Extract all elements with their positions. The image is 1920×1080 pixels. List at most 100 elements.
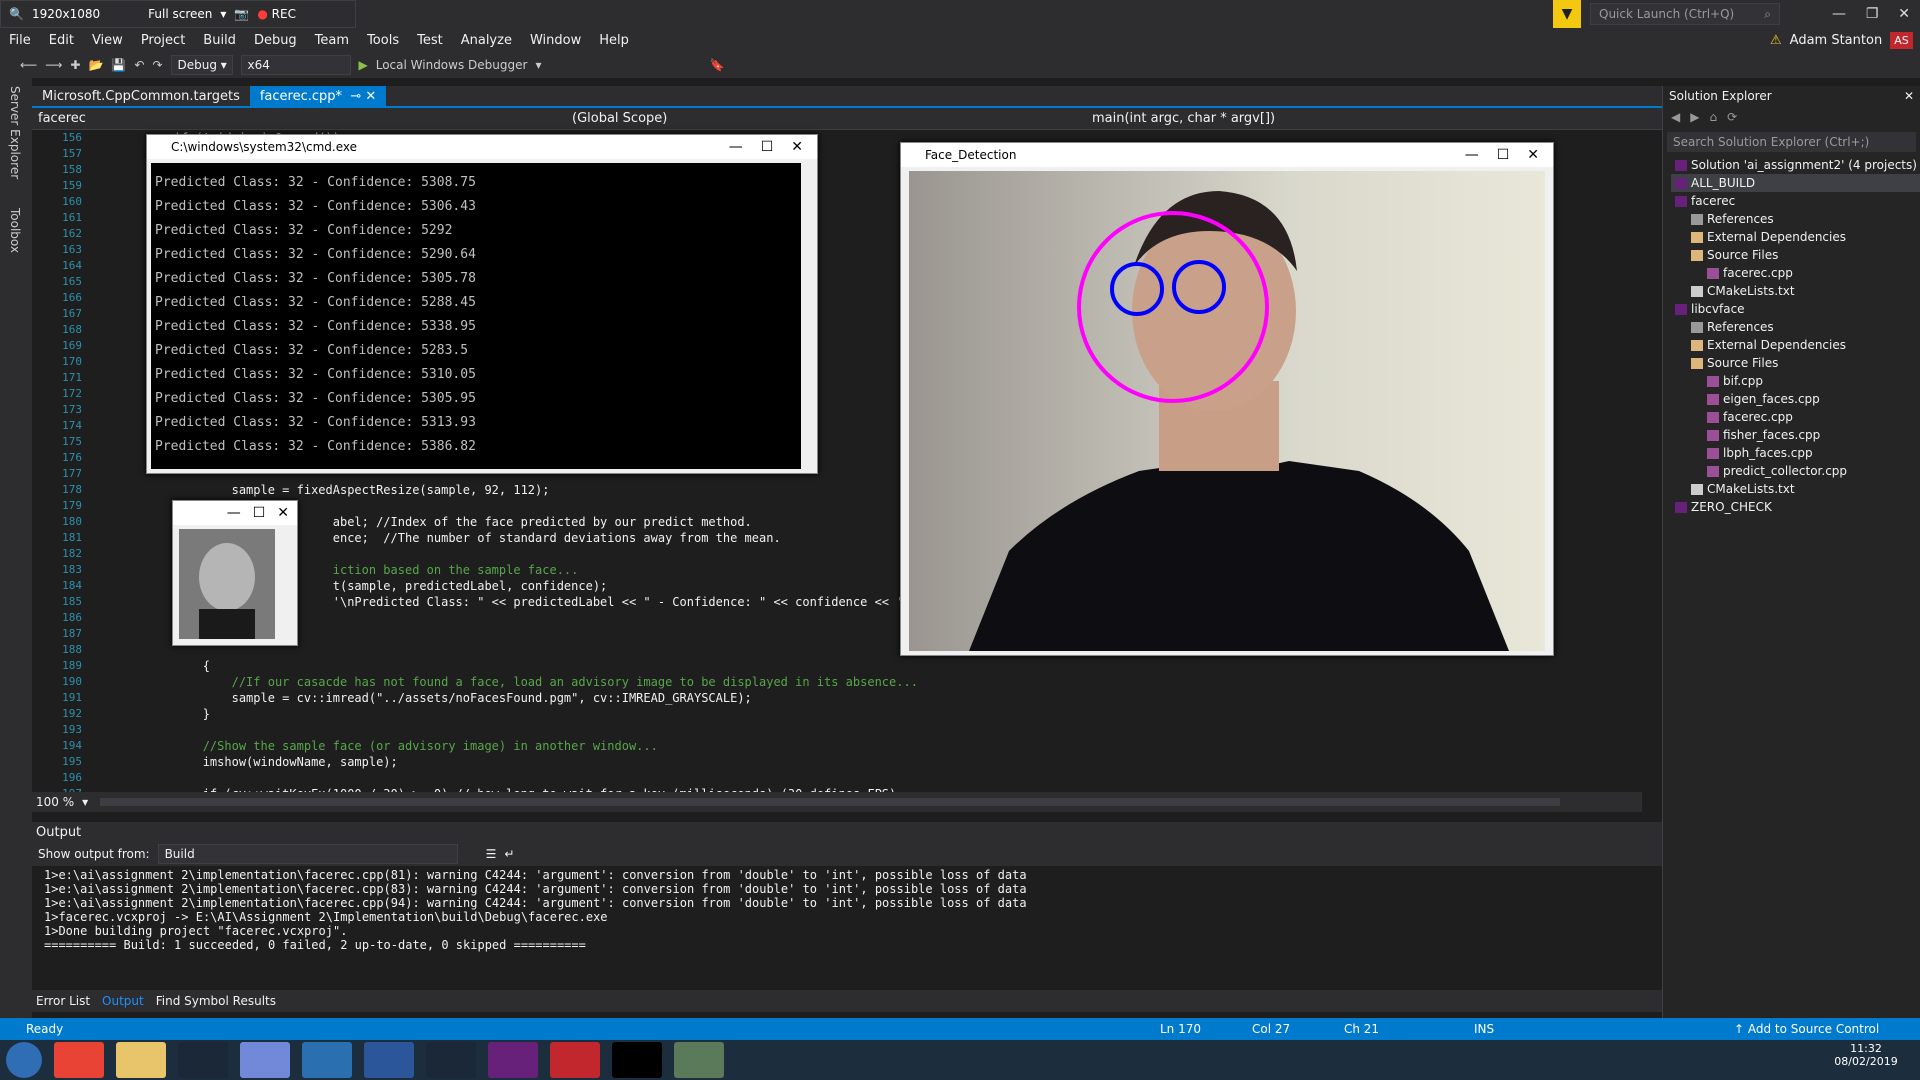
recorder-resolution[interactable]: 1920x1080 <box>32 7 100 21</box>
close-icon[interactable]: ✕ <box>1904 89 1914 103</box>
sync-icon[interactable]: ⟳ <box>1727 110 1737 124</box>
tab-cppcommon[interactable]: Microsoft.CppCommon.targets <box>32 86 250 106</box>
menu-debug[interactable]: Debug <box>245 33 306 48</box>
project-dropdown[interactable]: facerec <box>32 111 572 126</box>
menu-edit[interactable]: Edit <box>40 33 83 48</box>
tree-item[interactable]: ALL_BUILD <box>1671 174 1920 192</box>
quick-launch-input[interactable]: Quick Launch (Ctrl+Q) ⌕ <box>1590 3 1780 25</box>
recorder-icon[interactable] <box>550 1042 600 1078</box>
app-icon[interactable] <box>302 1042 352 1078</box>
toolbox-tab[interactable]: Toolbox <box>8 208 22 253</box>
close-icon[interactable]: ✕ <box>791 139 803 155</box>
menu-test[interactable]: Test <box>408 33 452 48</box>
restore-icon[interactable]: ❐ <box>1866 6 1879 22</box>
tree-item[interactable]: Solution 'ai_assignment2' (4 projects) <box>1671 156 1920 174</box>
tree-item[interactable]: facerec.cpp <box>1671 408 1920 426</box>
code-line[interactable]: sample = cv::imread("../assets/noFacesFo… <box>116 690 932 706</box>
code-line[interactable]: } <box>116 706 932 722</box>
back-icon[interactable]: ⟵ <box>20 58 37 72</box>
minimize-icon[interactable]: — <box>1832 6 1846 22</box>
new-project-icon[interactable]: ✚ <box>70 58 80 72</box>
code-line[interactable] <box>116 722 932 738</box>
close-icon[interactable]: ✕ <box>1527 147 1539 163</box>
sample-preview-window[interactable]: — ☐ ✕ <box>172 500 298 646</box>
tree-item[interactable]: libcvface <box>1671 300 1920 318</box>
chrome-icon[interactable] <box>54 1042 104 1078</box>
clear-all-icon[interactable]: ☰ <box>486 847 497 861</box>
discord-icon[interactable] <box>240 1042 290 1078</box>
face-detection-window[interactable]: Face_Detection — ☐ ✕ <box>900 142 1554 656</box>
minimize-icon[interactable]: — <box>1465 147 1479 163</box>
chevron-down-icon[interactable]: ▾ <box>220 7 226 21</box>
cmd-title-bar[interactable]: C:\windows\system32\cmd.exe — ☐ ✕ <box>147 135 817 159</box>
redo-icon[interactable]: ↷ <box>152 58 162 72</box>
visual-studio-icon[interactable] <box>488 1042 538 1078</box>
tab-facerec[interactable]: facerec.cpp* ⊸ ✕ <box>249 86 387 106</box>
solution-search-input[interactable]: Search Solution Explorer (Ctrl+;) <box>1667 132 1916 152</box>
horizontal-scrollbar[interactable] <box>100 798 1561 806</box>
menu-project[interactable]: Project <box>132 33 194 48</box>
tree-item[interactable]: ZERO_CHECK <box>1671 498 1920 516</box>
close-icon[interactable]: ✕ <box>1898 6 1910 22</box>
forward-icon[interactable]: ⟶ <box>45 58 62 72</box>
filter-icon[interactable]: ▼ <box>1553 0 1581 28</box>
forward-icon[interactable]: ▶ <box>1690 110 1699 124</box>
code-line[interactable]: //Show the sample face (or advisory imag… <box>116 738 932 754</box>
menu-window[interactable]: Window <box>521 33 590 48</box>
minimize-icon[interactable]: — <box>227 505 241 521</box>
server-explorer-tab[interactable]: Server Explorer <box>8 86 22 179</box>
menu-help[interactable]: Help <box>590 33 638 48</box>
steam-icon-2[interactable] <box>426 1042 476 1078</box>
bookmark-icon[interactable]: 🔖 <box>709 58 724 72</box>
opencv-window-icon[interactable] <box>674 1042 724 1078</box>
tree-item[interactable]: eigen_faces.cpp <box>1671 390 1920 408</box>
minimize-icon[interactable]: — <box>729 139 743 155</box>
tree-item[interactable]: fisher_faces.cpp <box>1671 426 1920 444</box>
chevron-down-icon[interactable]: ▾ <box>82 795 88 809</box>
code-line[interactable]: { <box>116 658 932 674</box>
menu-analyze[interactable]: Analyze <box>452 33 521 48</box>
code-line[interactable]: imshow(windowName, sample); <box>116 754 932 770</box>
function-dropdown[interactable]: main(int argc, char * argv[]) <box>1092 111 1275 126</box>
maximize-icon[interactable]: ☐ <box>761 139 774 155</box>
menu-build[interactable]: Build <box>194 33 245 48</box>
recorder-mode[interactable]: Full screen <box>148 7 212 21</box>
code-line[interactable]: //If our casacde has not found a face, l… <box>116 674 932 690</box>
scope-dropdown[interactable]: (Global Scope) <box>572 111 1092 126</box>
tree-item[interactable]: facerec <box>1671 192 1920 210</box>
code-line[interactable] <box>116 770 932 786</box>
clock[interactable]: 11:32 08/02/2019 <box>1826 1042 1906 1068</box>
tree-item[interactable]: External Dependencies <box>1671 228 1920 246</box>
close-icon[interactable]: ✕ <box>277 505 289 521</box>
camera-icon[interactable]: 📷 <box>234 7 249 21</box>
menu-view[interactable]: View <box>83 33 132 48</box>
steam-icon[interactable] <box>178 1042 228 1078</box>
tree-item[interactable]: Source Files <box>1671 354 1920 372</box>
tree-item[interactable]: External Dependencies <box>1671 336 1920 354</box>
zoom-level[interactable]: 100 % <box>32 795 74 809</box>
menu-team[interactable]: Team <box>306 33 358 48</box>
tree-item[interactable]: CMakeLists.txt <box>1671 282 1920 300</box>
tree-item[interactable]: facerec.cpp <box>1671 264 1920 282</box>
word-icon[interactable] <box>364 1042 414 1078</box>
output-source-select[interactable]: Build <box>157 844 458 864</box>
save-icon[interactable]: 💾 <box>111 58 126 72</box>
platform-select[interactable]: x64 <box>240 55 351 75</box>
open-icon[interactable]: 📂 <box>88 58 103 72</box>
chevron-down-icon[interactable]: ▾ <box>535 58 541 72</box>
cmd-window[interactable]: C:\windows\system32\cmd.exe — ☐ ✕ Predicte… <box>146 134 818 474</box>
face-title-bar[interactable]: Face_Detection — ☐ ✕ <box>901 143 1553 167</box>
code-line[interactable]: sample = fixedAspectResize(sample, 92, 1… <box>116 482 932 498</box>
run-debugger-button[interactable]: Local Windows Debugger <box>376 58 528 72</box>
start-button[interactable] <box>6 1042 42 1078</box>
tab-error-list[interactable]: Error List <box>36 994 90 1008</box>
file-explorer-icon[interactable] <box>116 1042 166 1078</box>
add-to-source-control-button[interactable]: Add to Source Control <box>1748 1022 1879 1036</box>
maximize-icon[interactable]: ☐ <box>253 505 266 521</box>
user-account[interactable]: ⚠ Adam Stanton AS <box>1770 28 1913 52</box>
menu-tools[interactable]: Tools <box>358 33 408 48</box>
tree-item[interactable]: Source Files <box>1671 246 1920 264</box>
tree-item[interactable]: bif.cpp <box>1671 372 1920 390</box>
tab-find-symbol-results[interactable]: Find Symbol Results <box>156 994 276 1008</box>
tree-item[interactable]: References <box>1671 210 1920 228</box>
